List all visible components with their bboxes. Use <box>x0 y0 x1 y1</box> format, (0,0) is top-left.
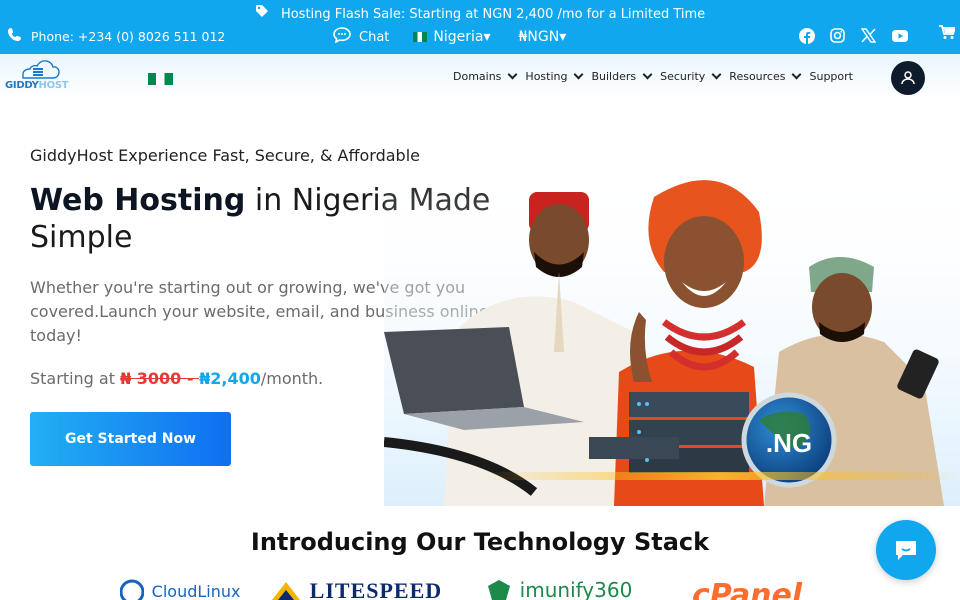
nav-item-label: Domains <box>453 70 502 83</box>
light-trail <box>484 472 960 480</box>
tech-stack-title: Introducing Our Technology Stack <box>250 528 710 556</box>
imunify-shield-icon <box>488 580 510 600</box>
x-icon[interactable] <box>860 27 877 44</box>
site-logo[interactable]: GIDDYHOST <box>5 60 71 94</box>
tech-stack-logos: CloudLinux LITESPEED imunify360 cPanel <box>0 578 960 600</box>
nav-menu: Domains Hosting Builders Security Resour… <box>453 69 853 83</box>
price-suffix: /month. <box>260 369 324 388</box>
logo-text-accent: HOST <box>38 80 69 91</box>
youtube-icon[interactable] <box>891 27 908 44</box>
chevron-down-icon <box>574 69 584 80</box>
nav-item-label: Support <box>809 70 853 83</box>
litespeed-text: LITESPEED <box>309 578 443 600</box>
litespeed-logo: LITESPEED <box>272 578 442 600</box>
hero-eyebrow: GiddyHost Experience Fast, Secure, & Aff… <box>30 146 420 165</box>
cloudlinux-swirl-icon <box>119 579 145 600</box>
nav-item-resources[interactable]: Resources <box>729 69 802 83</box>
cloud-logo-icon <box>22 60 60 79</box>
imunify-logo: imunify360 <box>486 578 632 600</box>
nav-item-domains[interactable]: Domains <box>453 69 518 83</box>
nav-item-label: Security <box>660 70 706 83</box>
hero-section: GiddyHost Experience Fast, Secure, & Aff… <box>0 102 960 506</box>
user-icon <box>901 71 915 85</box>
chat-link[interactable]: Chat <box>333 27 389 47</box>
phone-icon <box>8 27 21 45</box>
chat-icon <box>333 27 351 47</box>
promo-text: Hosting Flash Sale: Starting at NGN 2,40… <box>280 7 706 22</box>
cloudlinux-text: CloudLinux <box>151 582 241 600</box>
chevron-down-icon <box>642 69 653 80</box>
hero-illustration: .NG <box>384 152 960 506</box>
cart-icon[interactable] <box>939 25 957 44</box>
litespeed-mark-icon <box>272 582 300 600</box>
nav-item-security[interactable]: Security <box>660 69 722 83</box>
country-label: Nigeria▾ <box>433 29 491 45</box>
globe-badge: .NG <box>741 392 837 488</box>
chevron-down-icon <box>711 69 722 80</box>
imunify-text: imunify360 <box>519 578 633 600</box>
topbar-center: Chat Nigeria▾ ₦NGN▾ <box>333 27 566 47</box>
globe-label: .NG <box>766 428 812 458</box>
headline-bold: Web Hosting <box>30 183 246 218</box>
nigeria-flag-icon <box>148 73 173 85</box>
top-bar: Hosting Flash Sale: Starting at NGN 2,40… <box>0 0 960 54</box>
promo-banner[interactable]: Hosting Flash Sale: Starting at NGN 2,40… <box>0 4 960 22</box>
currency-selector[interactable]: ₦NGN▾ <box>519 29 567 45</box>
main-nav: GIDDYHOST Domains Hosting Builders Secur… <box>0 54 960 102</box>
cloudlinux-logo: CloudLinux <box>119 578 241 600</box>
price-sep: - <box>181 369 200 388</box>
price-old: ₦ 3000 - <box>120 369 199 388</box>
phone-number: Phone: +234 (0) 8026 511 012 <box>31 28 226 44</box>
nav-item-support[interactable]: Support <box>809 70 852 83</box>
hero-price: Starting at ₦ 3000 - ₦2,400/month. <box>30 369 323 388</box>
facebook-icon[interactable] <box>798 27 815 44</box>
instagram-icon[interactable] <box>829 27 846 44</box>
get-started-button[interactable]: Get Started Now <box>30 412 231 466</box>
chevron-down-icon <box>792 69 802 80</box>
chat-bubble-icon <box>896 541 916 560</box>
chevron-down-icon <box>507 69 518 80</box>
nav-item-label: Hosting <box>525 70 568 83</box>
chat-label: Chat <box>359 29 390 45</box>
cpanel-logo: cPanel <box>692 578 803 600</box>
price-old-value: ₦ 3000 <box>120 369 182 388</box>
price-new: ₦2,400 <box>199 369 261 388</box>
nav-item-label: Resources <box>729 70 786 83</box>
logo-wordmark: GIDDYHOST <box>5 80 69 91</box>
nav-item-label: Builders <box>591 70 637 83</box>
social-links <box>798 27 908 44</box>
nav-item-builders[interactable]: Builders <box>591 69 653 83</box>
live-chat-button[interactable] <box>876 520 936 580</box>
nigeria-flag-icon <box>413 32 428 42</box>
phone-contact[interactable]: Phone: +234 (0) 8026 511 012 <box>8 27 225 45</box>
logo-text-main: GIDDY <box>5 80 39 91</box>
country-selector[interactable]: Nigeria▾ <box>413 29 491 45</box>
nav-item-hosting[interactable]: Hosting <box>525 69 584 83</box>
price-prefix: Starting at <box>30 369 121 388</box>
account-button[interactable] <box>891 61 925 95</box>
tag-icon <box>255 4 269 21</box>
